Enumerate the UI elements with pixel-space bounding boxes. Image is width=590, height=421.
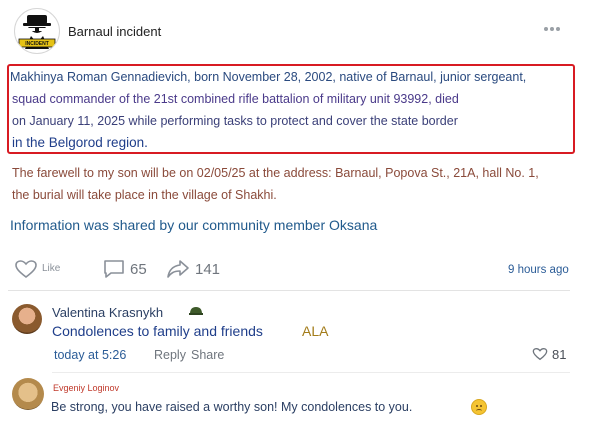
post-text-line-3: on January 11, 2025 while performing tas… bbox=[12, 114, 458, 128]
like-button[interactable] bbox=[14, 259, 38, 283]
group-avatar[interactable]: INCIDENT bbox=[14, 8, 60, 54]
comment-author[interactable]: Evgeniy Loginov bbox=[53, 383, 119, 393]
comment-author[interactable]: Valentina Krasnykh bbox=[52, 305, 163, 320]
share-count: 141 bbox=[195, 261, 221, 278]
reply-button[interactable]: Reply bbox=[154, 348, 186, 362]
post-text-line-4: in the Belgorod region. bbox=[12, 135, 148, 150]
share-button[interactable] bbox=[166, 258, 190, 284]
comment-like-count: 81 bbox=[552, 347, 567, 362]
divider bbox=[52, 372, 570, 373]
divider bbox=[8, 290, 570, 291]
comment-count: 65 bbox=[130, 261, 147, 278]
comment-tag: ALA bbox=[302, 323, 329, 339]
post-text-line-1: Makhinya Roman Gennadievich, born Novemb… bbox=[10, 70, 527, 84]
like-label[interactable]: Like bbox=[42, 263, 60, 274]
heart-icon bbox=[15, 260, 37, 279]
farewell-line-1: The farewell to my son will be on 02/05/… bbox=[12, 166, 539, 180]
helmet-icon bbox=[188, 305, 204, 320]
heart-icon[interactable] bbox=[532, 347, 548, 364]
farewell-line-2: the burial will take place in the villag… bbox=[12, 188, 277, 202]
post-text-line-2: squad commander of the 21st combined rif… bbox=[12, 92, 459, 106]
comment-timestamp[interactable]: today at 5:26 bbox=[54, 348, 126, 362]
incident-logo-icon: INCIDENT bbox=[18, 15, 56, 49]
post-timestamp[interactable]: 9 hours ago bbox=[508, 264, 569, 276]
more-dots-icon[interactable] bbox=[544, 20, 566, 34]
group-name[interactable]: Barnaul incident bbox=[68, 24, 161, 39]
comment-icon bbox=[104, 260, 124, 278]
share-link[interactable]: Share bbox=[191, 348, 224, 362]
comment-text: Be strong, you have raised a worthy son!… bbox=[51, 400, 413, 414]
comment-text: Condolences to family and friends bbox=[52, 323, 263, 339]
sad-face-icon bbox=[471, 399, 487, 415]
info-line: Information was shared by our community … bbox=[10, 217, 378, 233]
share-arrow-icon bbox=[167, 260, 189, 278]
comment-button[interactable] bbox=[102, 259, 126, 283]
avatar[interactable] bbox=[12, 304, 42, 334]
avatar[interactable] bbox=[12, 378, 44, 410]
logo-text: INCIDENT bbox=[25, 41, 49, 47]
